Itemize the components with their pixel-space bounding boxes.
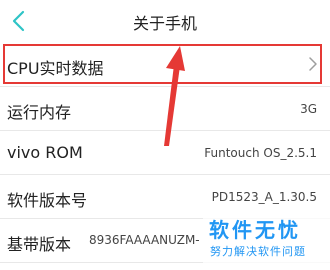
memory-value: 3G (300, 102, 317, 116)
watermark-logo: 软件无忧 (209, 218, 301, 242)
software-version-value: PD1523_A_1.30.5 (211, 190, 317, 204)
rom-value: Funtouch OS_2.5.1 (204, 146, 317, 160)
list-item-memory: 运行内存 3G (0, 87, 330, 131)
list-item-rom: vivo ROM Funtouch OS_2.5.1 (0, 131, 330, 175)
top-bar: 关于手机 (0, 0, 330, 42)
baseband-label: 基带版本 (7, 235, 72, 254)
page-title: 关于手机 (132, 14, 197, 33)
list-item-cpu-realtime-data[interactable]: CPU实时数据 (0, 43, 330, 87)
watermark-slogan: 努力解决软件问题 (210, 245, 306, 258)
baseband-value: 8936FAAAANUZM- (89, 233, 200, 247)
cpu-realtime-data-label: CPU实时数据 (7, 59, 104, 78)
chevron-right-icon (309, 57, 317, 71)
memory-label: 运行内存 (7, 103, 72, 122)
software-version-label: 软件版本号 (7, 191, 88, 210)
rom-label: vivo ROM (7, 143, 83, 162)
